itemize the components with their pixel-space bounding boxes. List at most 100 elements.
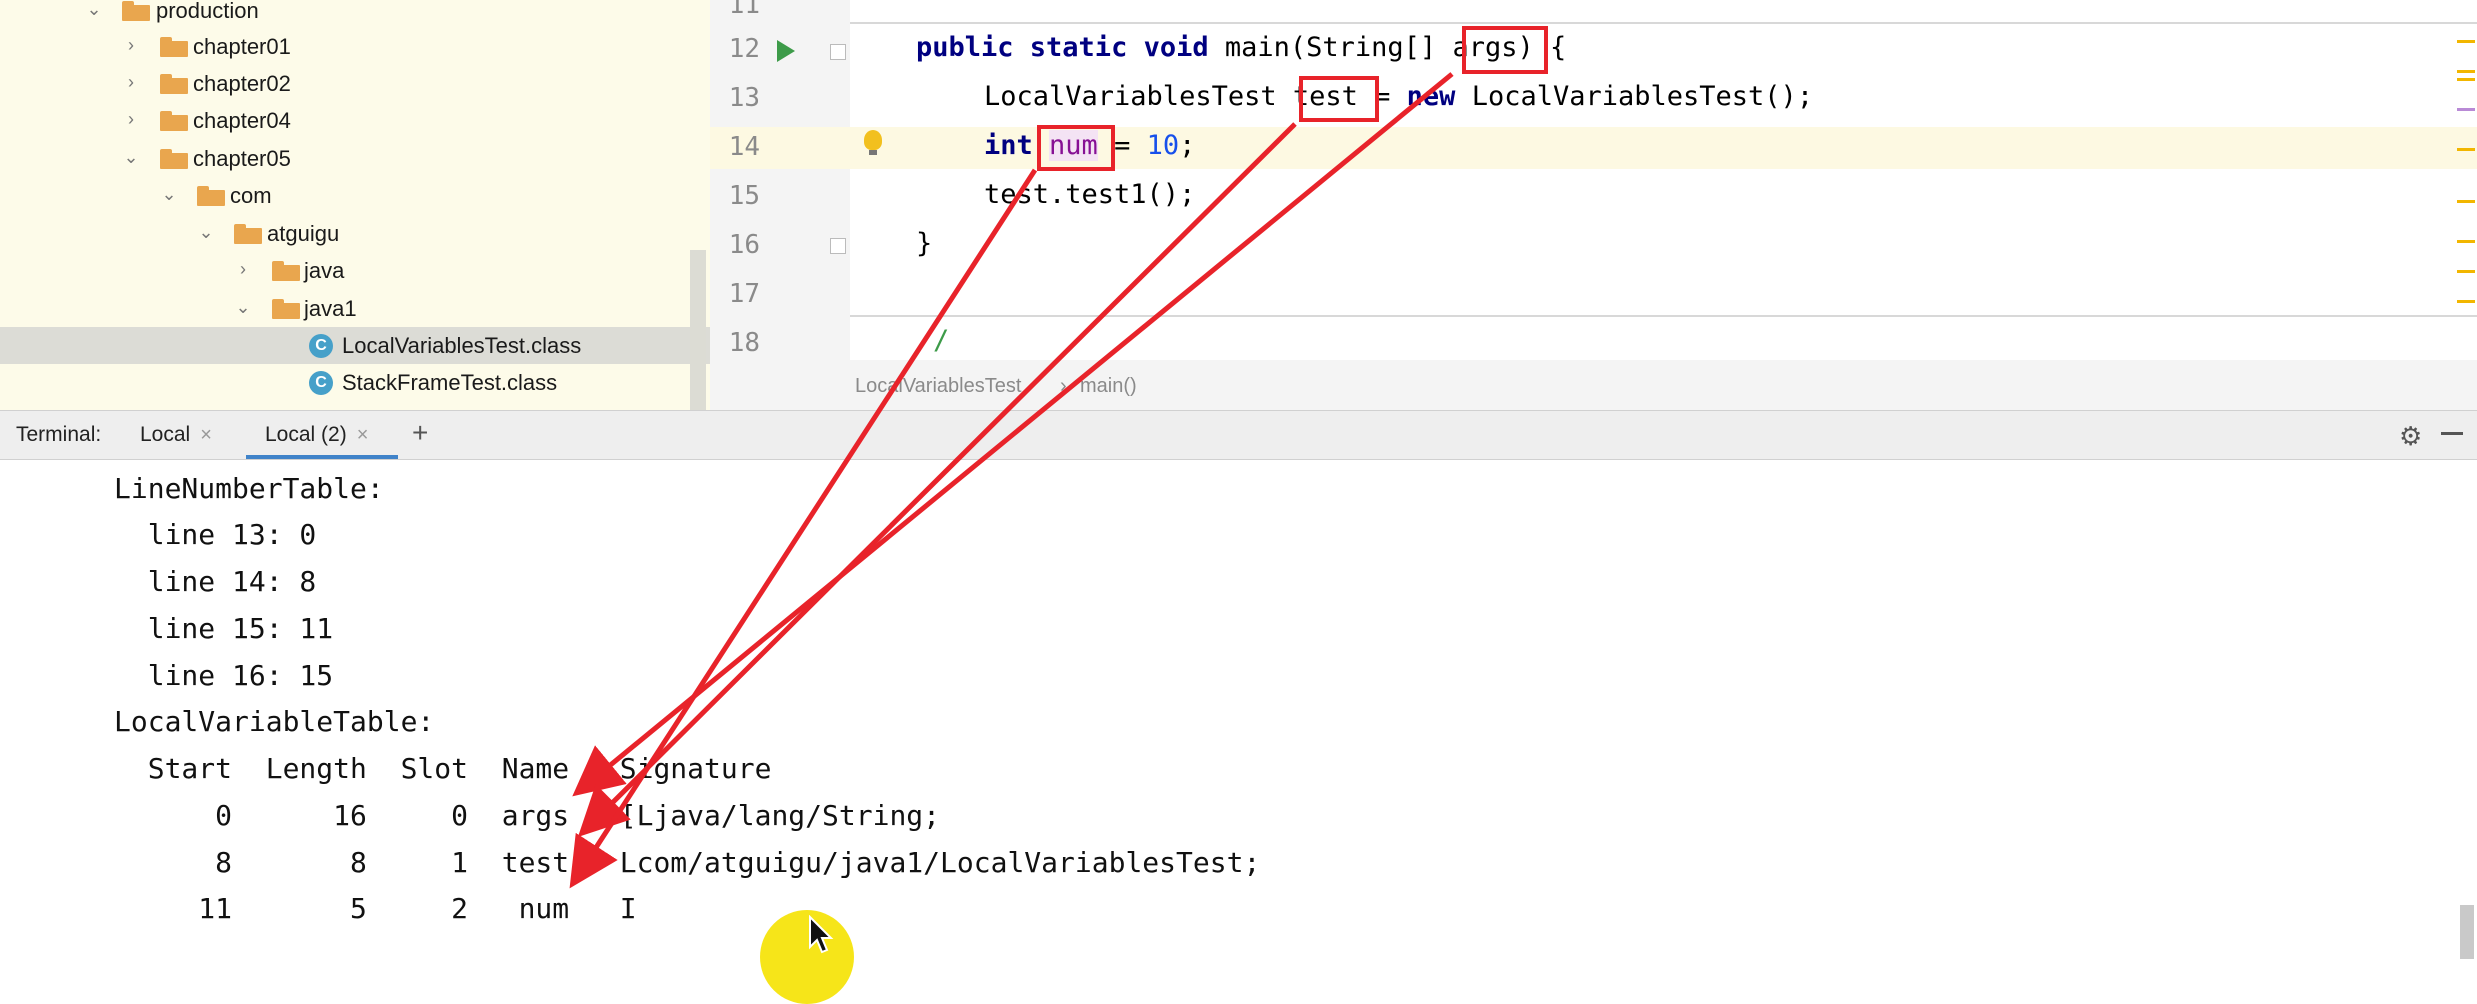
active-tab-indicator (246, 455, 398, 459)
tree-item-chapter01[interactable]: › chapter01 (0, 28, 710, 65)
tree-item-label: production (156, 0, 259, 23)
tab-local-2[interactable]: Local (2) × (265, 423, 368, 447)
tree-scrollbar[interactable] (690, 250, 706, 410)
tree-item-stackframetest-class[interactable]: C StackFrameTest.class (0, 364, 710, 401)
code-keyword: int (984, 130, 1033, 161)
breadcrumb-method[interactable]: main() (1080, 375, 1137, 398)
terminal-line: 0 16 0 args [Ljava/lang/String; (114, 799, 941, 832)
gear-icon[interactable]: ⚙ (2399, 421, 2422, 452)
tree-item-production[interactable]: ⌄ production (0, 0, 710, 29)
tree-item-com[interactable]: ⌄ com (0, 177, 710, 214)
line-number: 12 (728, 34, 760, 64)
code-text: LocalVariablesTest (984, 81, 1293, 112)
fold-icon[interactable] (830, 238, 846, 254)
tree-item-chapter04[interactable]: › chapter04 (0, 102, 710, 139)
folder-icon (272, 299, 300, 319)
terminal-label: Terminal: (16, 423, 102, 446)
warning-marker[interactable] (2457, 300, 2475, 303)
tree-item-chapter05[interactable]: ⌄ chapter05 (0, 140, 710, 177)
mouse-cursor-icon (809, 915, 834, 954)
tree-item-java1[interactable]: ⌄ java1 (0, 290, 710, 327)
terminal-line: LineNumberTable: (114, 472, 384, 505)
annotation-box-args (1462, 26, 1548, 74)
code-text: LocalVariablesTest(); (1455, 81, 1814, 112)
chevron-down-icon[interactable]: ⌄ (160, 185, 178, 203)
breadcrumb-separator: › (1060, 375, 1067, 397)
folder-icon (160, 37, 188, 57)
line-number: 14 (728, 132, 760, 162)
code-line-16: } (916, 228, 933, 259)
lightbulb-icon[interactable] (864, 130, 882, 155)
project-tree: ⌄ production › chapter01 › chapter02 › c… (0, 0, 710, 410)
breadcrumb: LocalVariablesTest › main() (710, 360, 2477, 410)
close-icon[interactable]: × (357, 424, 369, 446)
chevron-right-icon[interactable]: › (122, 36, 140, 54)
terminal-output[interactable]: LineNumberTable: line 13: 0 line 14: 8 l… (0, 460, 2477, 1004)
tree-item-label: java1 (304, 296, 357, 321)
annotation-box-test (1299, 76, 1379, 122)
warning-marker[interactable] (2457, 148, 2475, 151)
chevron-down-icon[interactable]: ⌄ (85, 0, 103, 18)
terminal-line: line 14: 8 (114, 565, 317, 598)
close-icon[interactable]: × (200, 424, 212, 446)
tree-item-localvariablestest-class[interactable]: C LocalVariablesTest.class (0, 327, 710, 364)
tree-item-label: StackFrameTest.class (342, 370, 558, 395)
tree-item-label: atguigu (267, 221, 340, 246)
tree-item-java[interactable]: › java (0, 252, 710, 289)
terminal-line: LocalVariableTable: (114, 705, 435, 738)
warning-marker[interactable] (2457, 240, 2475, 243)
chevron-right-icon[interactable]: › (122, 110, 140, 128)
cursor-highlight (760, 910, 854, 1004)
chevron-right-icon[interactable]: › (122, 73, 140, 91)
chevron-down-icon[interactable]: ⌄ (197, 223, 215, 241)
warning-marker[interactable] (2457, 78, 2475, 81)
annotation-box-num (1037, 125, 1115, 171)
fold-icon[interactable] (830, 44, 846, 60)
breadcrumb-class[interactable]: LocalVariablesTest (855, 375, 1021, 398)
tree-item-atguigu[interactable]: ⌄ atguigu (0, 215, 710, 252)
folder-icon (234, 224, 262, 244)
tree-item-label: chapter02 (193, 71, 291, 96)
terminal-line: line 13: 0 (114, 518, 317, 551)
warning-marker[interactable] (2457, 270, 2475, 273)
line-number: 11 (728, 0, 760, 20)
editor-divider (850, 22, 2477, 24)
folder-icon (160, 149, 188, 169)
minimize-icon[interactable] (2441, 432, 2463, 435)
warning-marker[interactable] (2457, 40, 2475, 43)
tree-item-label: chapter05 (193, 146, 291, 171)
terminal-line: line 16: 15 (114, 659, 334, 692)
tab-local[interactable]: Local × (140, 423, 212, 447)
editor-scroll-markers[interactable] (2455, 0, 2477, 320)
terminal-line: 8 8 1 test Lcom/atguigu/java1/LocalVaria… (114, 846, 1261, 879)
code-line-15: test.test1(); (984, 179, 1196, 210)
chevron-down-icon[interactable]: ⌄ (122, 148, 140, 166)
tab-label: Local (2) (265, 423, 347, 446)
code-number: 10 (1146, 130, 1180, 161)
tree-item-label: java (304, 258, 345, 283)
class-file-icon: C (309, 371, 333, 395)
line-number: 16 (728, 230, 760, 260)
line-number: 17 (728, 279, 760, 309)
warning-marker[interactable] (2457, 108, 2475, 111)
terminal-scrollbar[interactable] (2460, 905, 2474, 959)
folder-icon (160, 111, 188, 131)
code-keyword: public static void (916, 32, 1209, 63)
chevron-down-icon[interactable]: ⌄ (234, 298, 252, 316)
run-icon[interactable] (777, 40, 795, 62)
code-line-13: LocalVariablesTest test = new LocalVaria… (984, 81, 1813, 112)
tree-item-label: com (230, 183, 272, 208)
tree-item-label: chapter01 (193, 34, 291, 59)
code-keyword: new (1406, 81, 1456, 112)
current-line-highlight (710, 127, 2477, 169)
add-terminal-button[interactable]: + (412, 417, 428, 449)
warning-marker[interactable] (2457, 200, 2475, 203)
line-number: 15 (728, 181, 760, 211)
warning-marker[interactable] (2457, 70, 2475, 73)
chevron-right-icon[interactable]: › (234, 260, 252, 278)
tab-label: Local (140, 423, 191, 446)
tree-item-label: LocalVariablesTest.class (342, 333, 582, 358)
tree-item-chapter02[interactable]: › chapter02 (0, 65, 710, 102)
terminal-header: Terminal: Local × Local (2) × + ⚙ (0, 410, 2477, 460)
tree-item-label: chapter04 (193, 108, 291, 133)
